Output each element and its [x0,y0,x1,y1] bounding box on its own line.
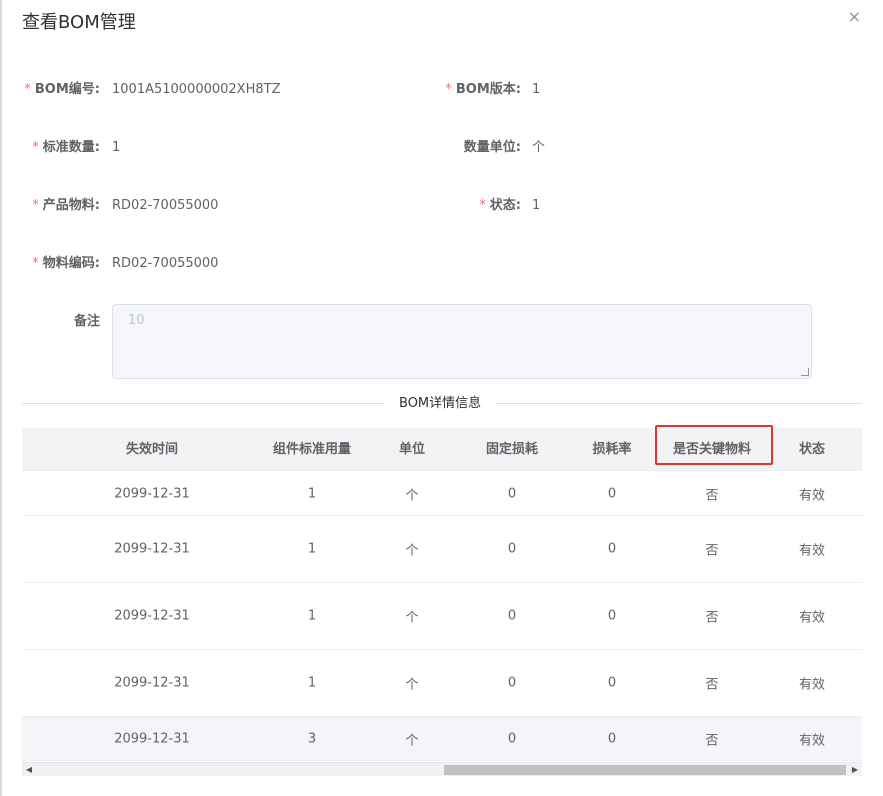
cell-status: 有效 [798,543,826,559]
material-code-value: RD02-70055000 [112,256,219,271]
cell-expire-date: 2099-12-31 [114,731,190,747]
cell-fixed-loss: 0 [507,486,517,502]
remark-value: 10 [128,313,145,328]
cell-fixed-loss: 0 [507,608,517,624]
cell-unit: 个 [405,677,419,693]
cell-std-usage: 1 [307,486,317,502]
status-label: * 状态: [479,198,521,213]
dialog-left-edge [0,0,2,796]
cell-status: 有效 [798,488,826,504]
table-row[interactable]: 2099-12-31 1 个 0 0 否 有效 [22,650,862,717]
key-material-highlight-box [655,425,773,465]
bom-code-label: * BOM编号: [24,82,100,97]
cell-loss-rate: 0 [607,608,617,624]
cell-std-usage: 3 [307,731,317,747]
cell-status: 有效 [798,610,826,626]
section-divider-label: BOM详情信息 [385,395,496,413]
status-value: 1 [532,198,541,213]
column-header-fixed-loss[interactable]: 固定损耗 [486,428,538,471]
horizontal-scrollbar[interactable]: ◀ ▶ [22,762,862,776]
cell-loss-rate: 0 [607,486,617,502]
bom-code-value: 1001A5100000002XH8TZ [112,82,281,97]
scroll-right-arrow-icon[interactable]: ▶ [848,763,862,777]
cell-key-material: 否 [705,733,719,749]
column-header-loss-rate[interactable]: 损耗率 [592,428,631,471]
material-code-label: * 物料编码: [32,256,100,271]
cell-std-usage: 1 [307,675,317,691]
bom-view-dialog: 查看BOM管理 × * BOM编号: 1001A5100000002XH8TZ *… [0,0,883,796]
qty-unit-label: 数量单位: [463,140,521,155]
dialog-title: 查看BOM管理 [22,12,136,33]
cell-expire-date: 2099-12-31 [114,541,190,557]
bom-detail-table: 失效时间 组件标准用量 单位 固定损耗 损耗率 是否关键物料 状态 2099-1… [22,428,862,776]
std-qty-label: * 标准数量: [32,140,100,155]
cell-std-usage: 1 [307,541,317,557]
scrollbar-thumb[interactable] [444,765,846,775]
std-qty-value: 1 [112,140,121,155]
cell-expire-date: 2099-12-31 [114,675,190,691]
resize-grip-icon[interactable] [801,368,809,376]
cell-unit: 个 [405,488,419,504]
cell-unit: 个 [405,610,419,626]
remark-textarea[interactable]: 10 [112,304,812,379]
product-value: RD02-70055000 [112,198,219,213]
cell-fixed-loss: 0 [507,541,517,557]
cell-unit: 个 [405,543,419,559]
close-icon[interactable]: × [848,7,861,26]
cell-fixed-loss: 0 [507,731,517,747]
column-header-unit[interactable]: 单位 [399,428,425,471]
bom-version-label: * BOM版本: [445,82,521,97]
cell-key-material: 否 [705,488,719,504]
cell-status: 有效 [798,733,826,749]
cell-std-usage: 1 [307,608,317,624]
column-header-expire-date[interactable]: 失效时间 [126,428,178,471]
table-row[interactable]: 2099-12-31 1 个 0 0 否 有效 [22,583,862,650]
column-header-status[interactable]: 状态 [799,428,825,471]
cell-loss-rate: 0 [607,731,617,747]
scroll-left-arrow-icon[interactable]: ◀ [22,763,36,777]
cell-key-material: 否 [705,610,719,626]
cell-fixed-loss: 0 [507,675,517,691]
cell-status: 有效 [798,677,826,693]
cell-key-material: 否 [705,677,719,693]
cell-expire-date: 2099-12-31 [114,608,190,624]
cell-loss-rate: 0 [607,675,617,691]
column-header-std-usage[interactable]: 组件标准用量 [273,428,351,471]
product-label: * 产品物料: [32,198,100,213]
remark-label: 备注 [73,314,100,329]
table-row[interactable]: 2099-12-31 1 个 0 0 否 有效 [22,472,862,516]
cell-key-material: 否 [705,543,719,559]
cell-unit: 个 [405,733,419,749]
table-row[interactable]: 2099-12-31 1 个 0 0 否 有效 [22,516,862,583]
table-row[interactable]: 2099-12-31 3 个 0 0 否 有效 [22,717,862,761]
cell-loss-rate: 0 [607,541,617,557]
qty-unit-value: 个 [532,140,546,155]
bom-version-value: 1 [532,82,541,97]
cell-expire-date: 2099-12-31 [114,486,190,502]
